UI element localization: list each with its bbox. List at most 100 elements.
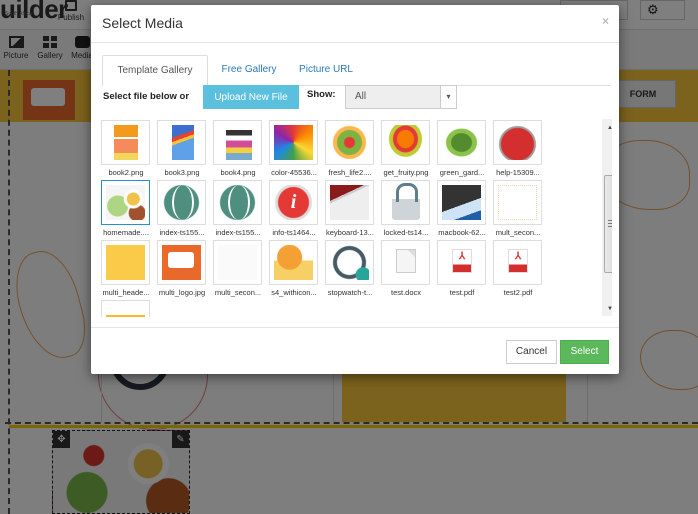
media-file-item[interactable]: green_gard... (437, 120, 487, 177)
media-file-item[interactable]: get_fruity.png (381, 120, 431, 177)
file-name: locked-ts14... (383, 228, 429, 237)
pdf-thumbnail-image: ⅄ (452, 249, 472, 273)
show-label: Show: (307, 89, 336, 100)
media-file-item[interactable]: s4_withicon... (269, 240, 319, 297)
media-file-item[interactable]: test.docx (381, 240, 431, 297)
header-thumbnail-image (106, 245, 145, 280)
media-file-item[interactable]: stopwatch-t... (325, 240, 375, 297)
media-file-item[interactable] (101, 300, 151, 317)
file-thumbnail (157, 120, 206, 165)
docx-thumbnail-image (396, 249, 416, 273)
file-thumbnail: i (269, 180, 318, 225)
cancel-button[interactable]: Cancel (506, 340, 557, 364)
media-file-item[interactable]: index-ts155... (213, 180, 263, 237)
file-thumbnail (101, 300, 150, 317)
tab-free-gallery[interactable]: Free Gallery (214, 55, 284, 86)
media-file-item[interactable]: help-15309... (493, 120, 543, 177)
media-file-item[interactable]: locked-ts14... (381, 180, 431, 237)
file-thumbnail (381, 240, 430, 285)
media-file-item[interactable]: book4.png (213, 120, 263, 177)
tab-picture-url[interactable]: Picture URL (292, 55, 360, 86)
stopwatch-thumbnail-image (330, 245, 369, 280)
keyboard-thumbnail-image (330, 185, 369, 220)
file-name: index-ts155... (215, 228, 261, 237)
close-icon[interactable]: × (602, 14, 609, 28)
scroll-up-icon[interactable]: ▲ (602, 121, 612, 135)
tab-template-gallery[interactable]: Template Gallery (102, 55, 208, 87)
dialog-title: Select Media (102, 15, 183, 31)
file-name: s4_withicon... (271, 288, 317, 297)
grip-icon (608, 220, 612, 227)
file-thumbnail (213, 180, 262, 225)
scrollbar-thumb[interactable] (604, 175, 612, 273)
dialog-header: Select Media × (91, 5, 619, 43)
file-name: test.pdf (449, 288, 475, 297)
media-file-item[interactable]: macbook-62... (437, 180, 487, 237)
file-thumbnail: ⅄ (493, 240, 542, 285)
file-name: multi_heade... (102, 288, 150, 297)
file-thumbnail (493, 180, 542, 225)
file-thumbnail (381, 120, 430, 165)
select-button[interactable]: Select (560, 340, 609, 364)
media-gallery: book2.png book3.png book4.png color-45536..… (100, 118, 612, 317)
mult-second2-thumbnail-image (218, 245, 257, 280)
media-file-item[interactable]: ⅄ test.pdf (437, 240, 487, 297)
file-thumbnail (325, 120, 374, 165)
file-thumbnail (101, 120, 150, 165)
file-thumbnail (381, 180, 430, 225)
mult-second-thumbnail-image (498, 185, 537, 220)
media-file-item[interactable]: multi_heade... (101, 240, 151, 297)
file-name: stopwatch-t... (327, 288, 373, 297)
media-file-item[interactable]: fresh_life2.... (325, 120, 375, 177)
file-thumbnail: ⅄ (437, 240, 486, 285)
macbook-thumbnail-image (442, 185, 481, 220)
gallery-scrollbar[interactable]: ▲ ▼ (602, 119, 612, 316)
select-file-prompt: Select file below or (103, 91, 190, 102)
dialog-footer: Cancel Select (91, 327, 619, 374)
color-thumbnail-image (274, 125, 313, 160)
filter-row: Select file below or Upload New File Sho… (102, 85, 610, 109)
file-thumbnail (213, 240, 262, 285)
media-file-item[interactable]: mult_secon... (493, 180, 543, 237)
file-name: color-45536... (271, 168, 317, 177)
media-file-item[interactable]: index-ts155... (157, 180, 207, 237)
pdf-thumbnail-image: ⅄ (508, 249, 528, 273)
file-thumbnail (325, 240, 374, 285)
file-name: mult_secon... (495, 228, 541, 237)
scroll-down-icon[interactable]: ▼ (602, 302, 612, 316)
file-name: homemade.... (103, 228, 149, 237)
chevron-down-icon[interactable]: ▾ (441, 85, 457, 109)
media-file-item[interactable]: multi_secon... (213, 240, 263, 297)
file-thumbnail (437, 180, 486, 225)
globe-thumbnail-image (162, 185, 201, 220)
file-name: keyboard-13... (326, 228, 374, 237)
media-file-item[interactable]: homemade.... (101, 180, 151, 237)
media-file-item[interactable]: keyboard-13... (325, 180, 375, 237)
globe-thumbnail-image (218, 185, 257, 220)
garden-thumbnail-image (442, 125, 481, 160)
media-file-item[interactable]: color-45536... (269, 120, 319, 177)
file-thumbnail (101, 180, 150, 225)
media-tabs: Template Gallery Free Gallery Picture UR… (102, 55, 610, 87)
file-name: multi_secon... (214, 288, 262, 297)
upload-new-file-button[interactable]: Upload New File (203, 85, 299, 109)
file-thumbnail (269, 120, 318, 165)
media-file-item[interactable]: i info-ts1464... (269, 180, 319, 237)
book-last-thumbnail-image (106, 305, 145, 317)
lock-thumbnail-image (392, 183, 420, 220)
file-name: macbook-62... (438, 228, 486, 237)
media-file-item[interactable]: multi_logo.jpg (157, 240, 207, 297)
media-file-item[interactable]: ⅄ test2.pdf (493, 240, 543, 297)
homemade-thumbnail-image (106, 185, 145, 220)
file-name: multi_logo.jpg (158, 288, 206, 297)
logo-thumbnail-image (162, 245, 201, 280)
media-file-item[interactable]: book3.png (157, 120, 207, 177)
file-thumbnail (325, 180, 374, 225)
file-name: info-ts1464... (272, 228, 316, 237)
show-filter-select[interactable]: All (345, 85, 441, 109)
file-name: book3.png (164, 168, 200, 177)
book4-thumbnail-image (226, 125, 252, 160)
file-thumbnail (101, 240, 150, 285)
book3-thumbnail-image (172, 125, 194, 160)
media-file-item[interactable]: book2.png (101, 120, 151, 177)
